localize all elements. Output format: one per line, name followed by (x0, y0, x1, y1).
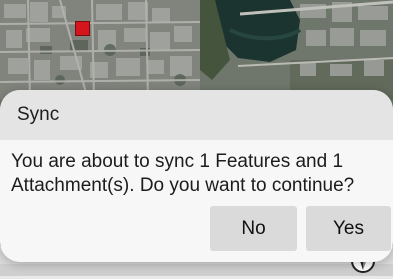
feature-marker[interactable] (75, 21, 90, 36)
no-button[interactable]: No (210, 206, 297, 251)
toolbar-background (0, 264, 393, 276)
yes-button[interactable]: Yes (306, 206, 391, 251)
sync-dialog: Sync You are about to sync 1 Features an… (0, 90, 393, 262)
dialog-message: You are about to sync 1 Features and 1 A… (11, 151, 355, 196)
dialog-title: Sync (0, 90, 393, 140)
